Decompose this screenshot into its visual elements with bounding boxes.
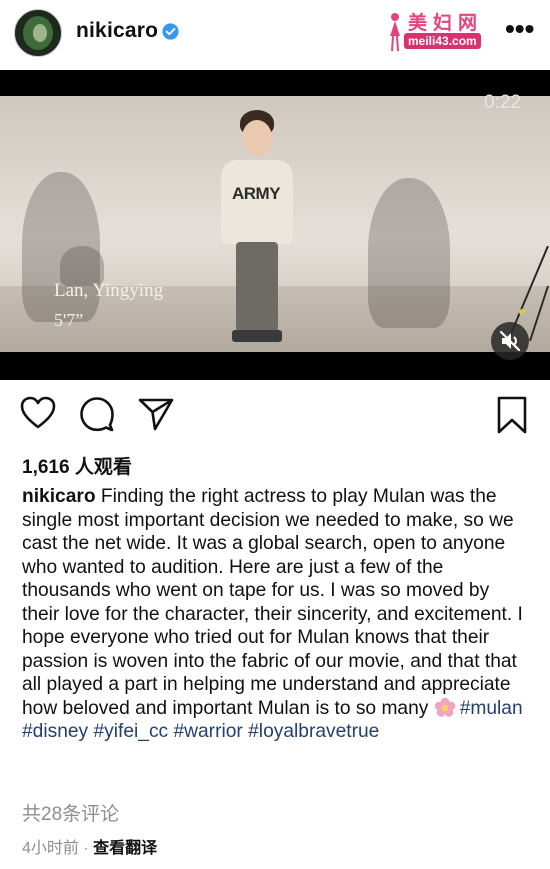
heart-icon[interactable] <box>20 396 56 430</box>
watermark: 美妇网 meili43.com <box>384 8 499 56</box>
watermark-title: 美妇网 <box>408 12 484 34</box>
action-bar <box>0 396 550 436</box>
post-meta: 4小时前 · 查看翻译 <box>22 834 157 858</box>
post-header: nikicaro 美妇网 meili43.com ••• <box>0 0 550 70</box>
share-icon[interactable] <box>138 397 174 431</box>
avatar[interactable] <box>14 9 62 57</box>
caption-username[interactable]: nikicaro <box>22 486 96 507</box>
watermark-figure-icon <box>390 13 400 52</box>
translate-link[interactable]: 查看翻译 <box>93 840 157 857</box>
username[interactable]: nikicaro <box>76 19 158 43</box>
hashtag-disney[interactable]: #disney <box>22 721 88 742</box>
post-caption: nikicaro Finding the right actress to pl… <box>22 485 528 744</box>
sweater-text: ARMY <box>232 184 281 203</box>
bookmark-icon[interactable] <box>497 396 527 434</box>
view-count[interactable]: 1,616 人观看 <box>22 452 132 479</box>
caption-text: Finding the right actress to play Mulan … <box>22 486 523 719</box>
hashtag-mulan[interactable]: #mulan <box>460 698 523 719</box>
video-caption-name: Lan, Yingying <box>54 280 164 301</box>
post-time: 4小时前 <box>22 840 79 857</box>
video-player[interactable]: ARMY Lan, Yingying 5'7” 0:22 <box>0 70 550 380</box>
comment-icon[interactable] <box>79 396 115 432</box>
watermark-url: meili43.com <box>404 33 481 49</box>
flower-emoji <box>434 697 456 717</box>
meta-separator: · <box>83 840 89 857</box>
view-comments-link[interactable]: 共28条评论 <box>22 799 119 826</box>
video-timer: 0:22 <box>484 92 521 113</box>
mute-icon <box>499 330 521 352</box>
hashtag-warrior[interactable]: #warrior <box>173 721 242 742</box>
mute-button[interactable] <box>491 322 529 360</box>
hashtag-loyalbravetrue[interactable]: #loyalbravetrue <box>248 721 379 742</box>
video-caption-height: 5'7” <box>54 310 84 330</box>
hashtag-yifei-cc[interactable]: #yifei_cc <box>93 721 168 742</box>
more-icon[interactable]: ••• <box>505 14 534 44</box>
verified-icon <box>162 23 179 40</box>
